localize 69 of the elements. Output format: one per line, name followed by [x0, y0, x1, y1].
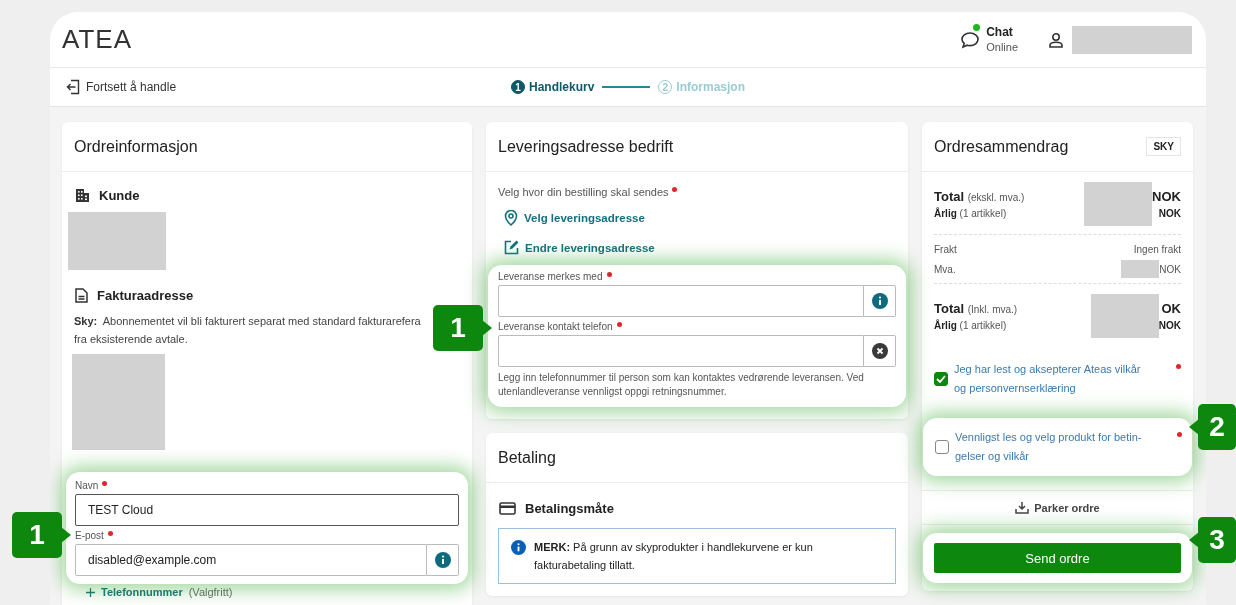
chat-icon[interactable]	[960, 30, 981, 49]
field-label: E-post	[75, 530, 104, 541]
help-text: Legg inn telefonnummer til person som kan kontaktes vedrørende leveransen. Ved utenlandleveranse vennligst oppgi retningsnummer.	[498, 371, 865, 399]
line-label: Mva.	[934, 263, 956, 275]
card-title: Betaling	[486, 433, 908, 483]
user-icon[interactable]	[1048, 31, 1064, 48]
add-phone-link[interactable]: Telefonnummer (Valgfritt)	[86, 586, 460, 598]
step-callout: 1	[433, 305, 493, 351]
total-label: Total (Inkl. mva.)	[934, 301, 1019, 316]
close-icon	[871, 343, 888, 359]
text-field[interactable]: TEST Cloud	[75, 494, 459, 526]
clear-button[interactable]	[864, 335, 896, 367]
address-link[interactable]: Velg leveringsadresse	[504, 210, 896, 226]
currency: NOK	[1158, 320, 1181, 331]
line-value: NOK	[1159, 263, 1181, 275]
section-heading: Kunde	[99, 188, 140, 203]
send-order-button[interactable]: Send ordre	[934, 543, 1181, 573]
card-title: Leveringsadresse bedrift	[486, 122, 908, 172]
card-title: Ordresammendrag	[934, 137, 1069, 156]
info-button[interactable]	[427, 544, 459, 576]
notice-text: MERK: På grunn av skyprodukter i handlekurvene er kun fakturabetaling tillatt.	[534, 540, 814, 573]
info-icon	[871, 293, 888, 309]
plus-icon	[86, 587, 95, 597]
terms-link[interactable]: Jeg har lest og aksepterer Ateas vilkår og personvernserklæring	[954, 360, 1170, 398]
edit-icon	[504, 240, 519, 255]
terms-link[interactable]: Vennligst les og velg produkt for betin- gelser og vilkår	[955, 428, 1171, 466]
logo[interactable]: ATEA	[62, 24, 132, 55]
building-icon	[75, 188, 90, 203]
field-label: Navn	[75, 480, 99, 491]
download-icon	[1015, 501, 1030, 514]
step-callout: 1	[12, 512, 72, 558]
section-heading: Betalingsmåte	[525, 501, 614, 516]
section-heading: Fakturaadresse	[97, 288, 194, 303]
currency: NOK	[1152, 189, 1181, 204]
info-icon	[434, 552, 451, 568]
period-label: Årlig (1 artikkel)	[934, 208, 1008, 219]
park-order-link[interactable]: Parker ordre	[1015, 501, 1100, 514]
period-label: Årlig (1 artikkel)	[934, 320, 1008, 331]
back-link[interactable]: Fortsett å handle	[66, 79, 511, 95]
redaction-block	[1084, 182, 1153, 226]
info-button[interactable]	[864, 285, 896, 317]
text-field[interactable]: disabled@example.com	[75, 544, 427, 576]
redaction-block	[1090, 294, 1159, 338]
text-field[interactable]	[498, 335, 864, 367]
line-label: Frakt	[934, 243, 957, 255]
field-label: Leveranse kontakt telefon	[498, 321, 613, 332]
checkbox[interactable]	[934, 372, 948, 386]
line-value: Ingen frakt	[1133, 243, 1181, 255]
field-label: Leveranse merkes med	[498, 271, 603, 282]
step-tab[interactable]: 1 Handlekurv	[511, 80, 595, 94]
card-title: Ordreinformasjon	[62, 122, 472, 172]
total-label: Total (ekskl. mva.)	[934, 189, 1026, 204]
address-link[interactable]: Endre leveringsadresse	[504, 240, 896, 255]
text-field[interactable]	[498, 285, 864, 317]
location-pin-icon	[504, 210, 518, 226]
sky-badge: SKY	[1146, 137, 1181, 156]
currency: OK	[1161, 301, 1181, 316]
chat-label[interactable]: Chat	[986, 24, 1018, 40]
credit-card-icon	[499, 502, 516, 515]
billing-note: Sky: Abonnementet vil bli fakturert separat med standard fakturarefera fra eksisterende avtale.	[74, 314, 421, 347]
exit-icon	[66, 79, 80, 95]
step-callout: 3	[1188, 517, 1236, 563]
delivery-prompt: Velg hvor din bestilling skal sendes	[498, 186, 669, 198]
checkbox[interactable]	[935, 440, 949, 454]
info-icon	[511, 540, 526, 555]
chat-status: Online	[986, 39, 1018, 55]
currency: NOK	[1158, 208, 1181, 219]
step-callout: 2	[1188, 404, 1236, 450]
document-icon	[75, 288, 88, 303]
